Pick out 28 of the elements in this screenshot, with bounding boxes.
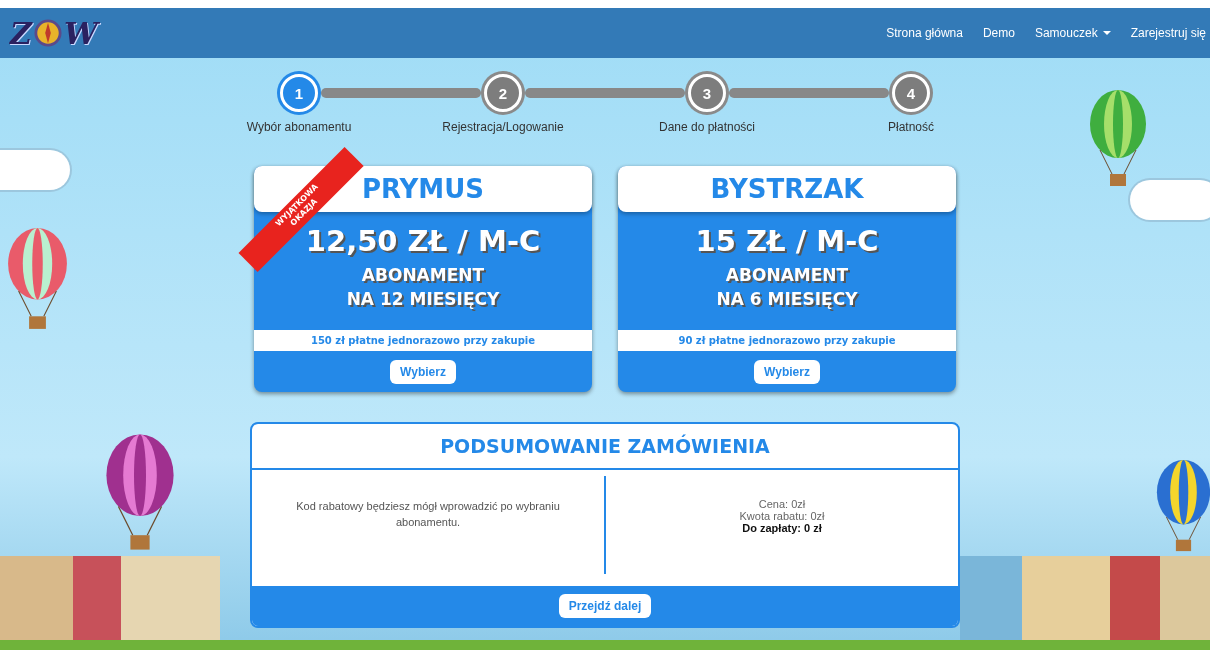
continue-button[interactable]: Przejdź dalej	[558, 593, 652, 618]
plan-note: 90 zł płatne jednorazowo przy zakupie	[618, 329, 956, 351]
summary-line: Cena: 0zł	[757, 497, 807, 510]
plan-term: ABONAMENT NA 6 MIESIĘCY	[716, 264, 858, 311]
summary-title: PODSUMOWANIE ZAMÓWIENIA	[252, 423, 958, 470]
step-label: Wybór abonamentu	[246, 120, 352, 134]
summary-line: Do zapłaty: 0 zł	[741, 521, 823, 534]
step-label: Rejestracja/Logowanie	[442, 120, 564, 134]
step-badge: 4	[892, 74, 930, 112]
nav-link[interactable]: Zarejestruj się	[1130, 26, 1206, 40]
plan-name: BYSTRZAK	[618, 166, 956, 212]
choose-button[interactable]: Wybierz	[390, 359, 456, 384]
logo[interactable]: Z W	[10, 15, 98, 51]
plan-note: 150 zł płatne jednorazowo przy zakupie	[254, 329, 592, 351]
discount-note: Kod rabatowy będziesz mógł wprowadzić po wybraniu abonamentu.	[295, 498, 561, 531]
nav-link[interactable]: Samouczek	[1034, 26, 1111, 40]
summary-line: Kwota rabatu: 0zł	[739, 509, 825, 522]
plan-price: 15 ZŁ / M-C	[695, 224, 879, 258]
step-badge: 2	[484, 74, 522, 112]
step-label: Dane do płatności	[658, 120, 756, 134]
compass-icon	[33, 19, 62, 47]
step-badge: 1	[280, 74, 318, 112]
step-label: Płatność	[888, 120, 934, 134]
nav-link[interactable]: Strona główna	[886, 26, 963, 40]
choose-button[interactable]: Wybierz	[754, 359, 820, 384]
cloud-drawing	[0, 150, 70, 190]
step-badge: 3	[688, 74, 726, 112]
nav-link[interactable]: Demo	[982, 26, 1015, 40]
